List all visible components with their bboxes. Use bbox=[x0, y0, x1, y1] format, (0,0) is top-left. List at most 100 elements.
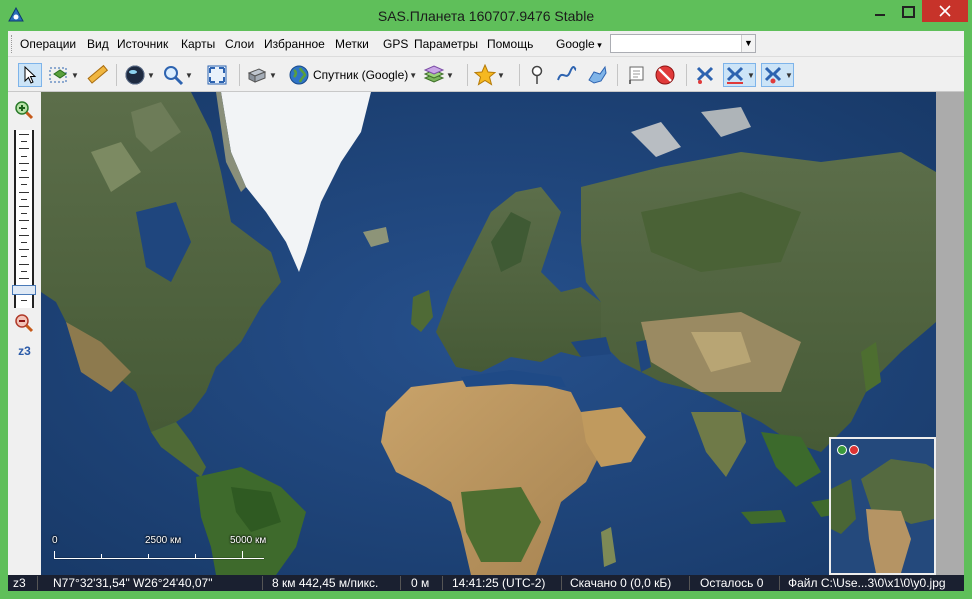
navigation-globe-button[interactable]: ▼ bbox=[124, 63, 155, 87]
gps-connect-button[interactable] bbox=[694, 63, 716, 87]
zoom-level-label: z3 bbox=[18, 344, 31, 358]
zoom-out-icon bbox=[15, 314, 34, 333]
map-pin-icon bbox=[526, 64, 548, 86]
favorites-button[interactable]: ▼ bbox=[474, 63, 505, 87]
satellite-track-icon bbox=[724, 64, 746, 86]
add-path-button[interactable] bbox=[556, 63, 578, 87]
scale-tick bbox=[101, 554, 102, 559]
area-select-button[interactable]: ▼ bbox=[48, 63, 79, 87]
zoom-slider-tick bbox=[19, 191, 29, 193]
scale-tick bbox=[195, 554, 196, 559]
menu-source[interactable]: Источник bbox=[117, 37, 168, 51]
fullscreen-icon bbox=[206, 64, 228, 86]
zoom-out-button[interactable] bbox=[14, 313, 34, 333]
search-box: ▼ bbox=[610, 34, 756, 53]
menu-layers[interactable]: Слои bbox=[225, 37, 254, 51]
menu-view[interactable]: Вид bbox=[87, 37, 109, 51]
window-title: SAS.Планета 160707.9476 Stable bbox=[377, 8, 595, 24]
menu-grip[interactable] bbox=[11, 35, 14, 53]
hide-marks-button[interactable] bbox=[654, 63, 676, 87]
minimap-zoom-in-icon[interactable] bbox=[837, 445, 847, 455]
status-bar: z3 N77°32'31,54" W26°24'40,07" 8 км 442,… bbox=[8, 575, 964, 591]
no-entry-icon bbox=[654, 64, 676, 86]
menu-maps[interactable]: Карты bbox=[181, 37, 215, 51]
map-source-dropdown-icon: ▼ bbox=[409, 70, 418, 80]
menu-settings[interactable]: Параметры bbox=[414, 37, 478, 51]
ruler-button[interactable] bbox=[86, 63, 108, 87]
toolbar-separator bbox=[467, 64, 468, 86]
zoom-slider-tick bbox=[19, 278, 29, 279]
map-source-label: Спутник (Google) bbox=[313, 68, 409, 82]
title-bar[interactable]: SAS.Планета 160707.9476 Stable bbox=[0, 0, 972, 31]
menu-gps[interactable]: GPS bbox=[383, 37, 408, 51]
scale-tick bbox=[54, 551, 55, 559]
path-icon bbox=[556, 64, 578, 86]
fullscreen-button[interactable] bbox=[206, 63, 228, 87]
area-select-icon bbox=[48, 64, 70, 86]
toolbar-separator bbox=[686, 64, 687, 86]
zoom-tool-button[interactable]: ▼ bbox=[162, 63, 193, 87]
add-polygon-button[interactable] bbox=[586, 63, 608, 87]
select-tool-button[interactable] bbox=[18, 63, 42, 87]
main-toolbar: ▼ ▼ ▼ ▼ Спутник (Google) ▼ ▼ ▼ ▼ ▼ bbox=[8, 58, 964, 92]
zoom-in-button[interactable] bbox=[14, 100, 34, 120]
search-engine-select[interactable]: Google bbox=[556, 37, 602, 51]
scale-tick bbox=[242, 551, 243, 559]
polygon-icon bbox=[586, 64, 608, 86]
zoom-slider-tick bbox=[21, 242, 27, 243]
search-input[interactable] bbox=[611, 35, 739, 52]
star-icon bbox=[474, 64, 496, 86]
zoom-slider-tick bbox=[21, 184, 27, 186]
zoom-slider-tick bbox=[21, 155, 27, 157]
menu-operations[interactable]: Операции bbox=[20, 37, 76, 51]
status-distance: 0 м bbox=[411, 576, 430, 590]
zoom-slider-tick bbox=[21, 270, 27, 272]
zoom-tool-dropdown-icon: ▼ bbox=[185, 70, 193, 80]
minimap-image bbox=[831, 439, 934, 573]
globe-dark-icon bbox=[124, 64, 146, 86]
zoom-slider-tick bbox=[21, 256, 27, 258]
zoom-slider-tick bbox=[21, 227, 27, 229]
toolbar-separator bbox=[116, 64, 117, 86]
status-zoom: z3 bbox=[13, 576, 26, 590]
zoom-slider-tick bbox=[21, 299, 27, 301]
cursor-arrow-icon bbox=[19, 64, 41, 86]
globe-map-icon bbox=[288, 64, 310, 86]
zoom-slider-tick bbox=[19, 263, 29, 265]
map-server-button[interactable]: ▼ bbox=[246, 63, 277, 87]
status-separator bbox=[37, 576, 38, 590]
status-coordinates: N77°32'31,54" W26°24'40,07" bbox=[53, 576, 213, 590]
status-separator bbox=[779, 576, 780, 590]
zoom-slider-tick bbox=[19, 134, 29, 135]
satellite-center-icon bbox=[762, 64, 784, 86]
add-point-button[interactable] bbox=[526, 63, 548, 87]
zoom-slider-tick bbox=[19, 234, 29, 236]
minimap-zoom-out-icon[interactable] bbox=[849, 445, 859, 455]
minimap[interactable] bbox=[829, 437, 936, 575]
zoom-slider-tick bbox=[19, 162, 29, 164]
zoom-in-icon bbox=[15, 101, 34, 120]
area-select-dropdown-icon: ▼ bbox=[71, 70, 79, 80]
satellite-icon bbox=[694, 64, 716, 86]
minimize-button[interactable] bbox=[866, 0, 894, 24]
menu-help[interactable]: Помощь bbox=[487, 37, 533, 51]
map-source-selector[interactable]: Спутник (Google) ▼ bbox=[288, 63, 417, 87]
close-button[interactable] bbox=[922, 0, 968, 22]
status-downloaded: Скачано 0 (0,0 кБ) bbox=[570, 576, 672, 590]
zoom-slider-thumb[interactable] bbox=[12, 284, 36, 295]
map-view[interactable]: 0 2500 км 5000 км bbox=[41, 92, 936, 575]
status-separator bbox=[689, 576, 690, 590]
zoom-slider-tick bbox=[19, 220, 29, 222]
status-separator bbox=[561, 576, 562, 590]
menu-marks[interactable]: Метки bbox=[335, 37, 369, 51]
zoom-slider-tick bbox=[21, 141, 27, 143]
marks-manager-button[interactable] bbox=[625, 63, 647, 87]
gps-center-button[interactable]: ▼ bbox=[761, 63, 794, 87]
zoom-slider-tick bbox=[21, 170, 27, 171]
gps-track-button[interactable]: ▼ bbox=[723, 63, 756, 87]
menu-favorites[interactable]: Избранное bbox=[264, 37, 325, 51]
maximize-button[interactable] bbox=[895, 0, 921, 24]
layers-button[interactable]: ▼ bbox=[423, 63, 454, 87]
zoom-slider-track[interactable] bbox=[14, 130, 34, 308]
search-dropdown-button[interactable]: ▼ bbox=[741, 35, 755, 52]
